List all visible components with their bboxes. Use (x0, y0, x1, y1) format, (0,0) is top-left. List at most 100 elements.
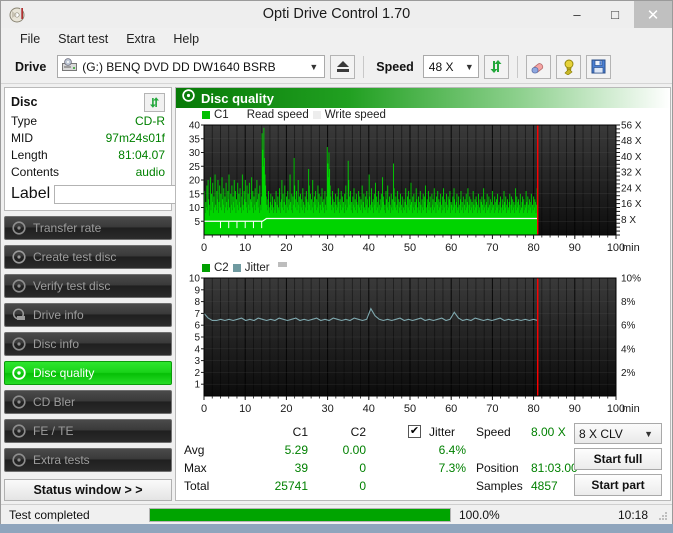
disc-row-length: Length 81:04.07 (11, 147, 165, 163)
disc-value-type: CD-R (135, 114, 165, 128)
svg-text:6%: 6% (621, 321, 636, 332)
svg-text:80: 80 (527, 242, 539, 254)
svg-text:30: 30 (189, 148, 201, 159)
disc-panel-header: Disc (11, 92, 165, 112)
sidebar: Disc Type CD-R MID 97m24s01f Length 81:0… (4, 87, 260, 501)
svg-text:8%: 8% (621, 297, 636, 308)
stats-panel: C1 C2 Avg 5.29 0.00 Max 39 0 Total 25741… (176, 422, 670, 500)
sidebar-item-label: Verify test disc (33, 279, 111, 293)
stats-row-avg: Avg (184, 443, 205, 457)
disc-key-contents: Contents (11, 165, 60, 179)
menu-help[interactable]: Help (164, 30, 208, 48)
stats-row-max: Max (184, 461, 207, 475)
svg-text:6: 6 (194, 321, 200, 332)
sidebar-item-fe-te[interactable]: FE / TE (4, 419, 172, 443)
sidebar-item-disc-info[interactable]: Disc info (4, 332, 172, 356)
status-bar: Test completed 100.0% 10:18 (1, 504, 672, 524)
sidebar-item-disc-quality[interactable]: Disc quality (4, 361, 172, 385)
c2-plot-svg: 123456789102%4%6%8%10%0 10 20 30 40 50 60 70 80 9… (189, 274, 641, 416)
svg-text:5: 5 (194, 217, 200, 228)
resize-grip[interactable] (658, 510, 668, 520)
speed-value: 48 X (428, 59, 454, 74)
drive-value: (G:) BENQ DVD DD DW1640 BSRB (82, 59, 276, 74)
c2-plot-area: 1 2 3 4 5 6 7 8 9 10 2% 4% 6% 8% 10% 0 10 20 30 40 50 60 70 80 9… (176, 274, 670, 422)
disc-icon (12, 279, 26, 293)
eject-button[interactable] (330, 54, 356, 79)
bulb-button[interactable] (555, 54, 581, 79)
sidebar-item-verify-test-disc[interactable]: Verify test disc (4, 274, 172, 298)
clv-select[interactable]: 8 X CLV ▼ (574, 423, 662, 444)
jitter-avg-value: 6.4% (438, 443, 466, 457)
svg-text:10: 10 (239, 403, 251, 415)
svg-text:5: 5 (194, 333, 200, 344)
drive-device-icon (62, 58, 78, 75)
disc-icon (12, 424, 26, 438)
legend-label-c1: C1 (214, 108, 229, 121)
stats-avg-c2: 0.00 (342, 443, 366, 457)
svg-text:16 X: 16 X (621, 199, 642, 210)
toolbar-separator-1 (363, 55, 365, 78)
sidebar-item-transfer-rate[interactable]: Transfer rate (4, 216, 172, 240)
svg-text:60: 60 (445, 242, 457, 254)
samples-stat-label: Samples (476, 479, 523, 493)
svg-text:40: 40 (189, 121, 201, 132)
svg-text:90: 90 (569, 403, 581, 415)
disc-key-type: Type (11, 114, 38, 128)
stats-max-c1: 39 (294, 461, 308, 475)
disc-value-mid: 97m24s01f (105, 131, 165, 145)
svg-text:3: 3 (194, 356, 200, 367)
svg-text:35: 35 (189, 134, 201, 145)
refresh-button[interactable] (483, 54, 509, 79)
svg-text:48 X: 48 X (621, 136, 642, 147)
drive-select[interactable]: (G:) BENQ DVD DD DW1640 BSRB ▼ (57, 55, 326, 78)
menu-start-test[interactable]: Start test (49, 30, 117, 48)
c2-chart-legend: C2 Jitter (176, 261, 670, 274)
legend-swatch-c2 (202, 263, 210, 272)
menu-file[interactable]: File (11, 30, 49, 48)
disc-icon (12, 221, 26, 235)
close-button[interactable]: ✕ (634, 1, 672, 28)
svg-text:4%: 4% (621, 344, 636, 355)
svg-text:0: 0 (201, 242, 207, 254)
sidebar-item-label: Disc info (33, 337, 80, 351)
legend-label-write-speed: Write speed (324, 108, 386, 121)
c1-chart: C1 Read speed Write speed 5 10 15 20 25 30 35 4… (176, 108, 670, 261)
stats-row-total: Total (184, 479, 210, 493)
legend-swatch-c1 (202, 110, 210, 119)
svg-text:7: 7 (194, 309, 200, 320)
svg-text:8: 8 (194, 297, 200, 308)
maximize-button[interactable]: □ (596, 1, 634, 28)
save-button[interactable] (585, 54, 611, 79)
window-controls: – □ ✕ (558, 1, 672, 28)
minimize-button[interactable]: – (558, 1, 596, 28)
position-stat-value: 81:03.00 (531, 461, 578, 475)
disc-label-row: Label (11, 183, 260, 205)
disc-row-contents: Contents audio (11, 164, 165, 180)
svg-text:70: 70 (486, 242, 498, 254)
toolbar-separator-2 (516, 55, 518, 78)
title-bar: Opti Drive Control 1.70 – □ ✕ (1, 1, 672, 28)
erase-button[interactable] (525, 54, 551, 79)
sidebar-item-extra-tests[interactable]: Extra tests (4, 448, 172, 472)
jitter-checkbox[interactable]: ✔ (408, 425, 421, 438)
legend-swatch-extra (277, 262, 287, 267)
start-full-button[interactable]: Start full (574, 448, 662, 470)
start-part-button[interactable]: Start part (574, 474, 662, 496)
svg-text:10: 10 (189, 274, 201, 285)
svg-text:32 X: 32 X (621, 168, 642, 179)
sidebar-item-cd-bler[interactable]: CD Bler (4, 390, 172, 414)
menu-extra[interactable]: Extra (117, 30, 164, 48)
drive-toolbar: Drive (G:) BENQ DVD DD DW1640 BSRB ▼ Spe… (1, 50, 672, 84)
sidebar-item-create-test-disc[interactable]: Create test disc (4, 245, 172, 269)
sidebar-item-label: Drive info (33, 308, 84, 322)
legend-swatch-jitter (232, 263, 241, 272)
svg-text:56 X: 56 X (621, 121, 642, 132)
speed-select[interactable]: 48 X ▼ (422, 55, 479, 78)
sidebar-item-drive-info[interactable]: Drive info (4, 303, 172, 327)
disc-icon (12, 453, 26, 467)
disc-refresh-button[interactable] (144, 92, 165, 112)
svg-text:min: min (622, 403, 640, 415)
svg-text:80: 80 (527, 403, 539, 415)
c2-jitter-chart: C2 Jitter 1 2 3 4 5 6 7 8 9 10 2% 4% 6% 8% 10% 0 10 20 30 4… (176, 261, 670, 422)
status-window-button[interactable]: Status window > > (4, 479, 172, 501)
